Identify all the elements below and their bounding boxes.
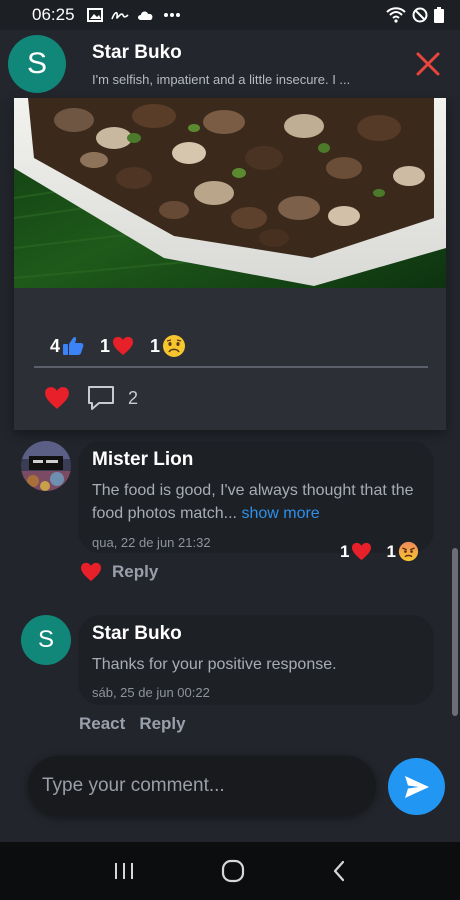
thumbs-up-icon [63,336,84,355]
system-nav-bar [0,842,460,900]
sad-count-value: 1 [150,335,161,356]
food-image [14,98,446,288]
comment-count: 2 [128,387,139,408]
status-bar: 06:25 [0,0,460,30]
reply-button[interactable]: Reply [112,562,158,582]
avatar-image [21,441,71,491]
comment-text: The food is good, I've always thought th… [92,479,420,525]
like-count-value: 4 [50,335,61,356]
post-actions: 2 [44,384,138,412]
heart-icon [352,542,372,561]
back-icon[interactable] [331,860,347,882]
comment-love-value: 1 [340,541,350,561]
heart-icon[interactable] [44,386,70,410]
recent-apps-icon[interactable] [113,861,135,881]
comment-love-count[interactable]: 1 [340,541,372,562]
notification-icons [86,8,181,22]
system-icons [386,7,444,23]
heart-icon[interactable] [80,562,102,582]
comment-item: S Star Buko Thanks for your positive res… [0,615,460,740]
do-not-disturb-icon [412,7,428,23]
commenter-avatar[interactable] [21,441,71,491]
react-button[interactable]: React [79,714,125,734]
heart-icon [113,336,134,356]
post-reaction-counts[interactable]: 4 1 1 [50,334,186,358]
sad-count[interactable]: 1 [150,334,186,358]
home-icon[interactable] [221,859,245,883]
show-more-link[interactable]: show more [241,505,319,522]
scrollbar[interactable] [452,548,458,716]
send-button[interactable] [388,758,445,815]
like-count[interactable]: 4 [50,336,84,357]
comment-reactions[interactable]: 1 1 [340,541,419,562]
comment-author[interactable]: Star Buko [92,623,420,645]
gallery-icon [86,8,103,22]
battery-icon [434,7,444,23]
reply-button[interactable]: Reply [139,714,185,734]
love-count-value: 1 [100,335,111,356]
chat-header: S Star Buko I'm selfish, impatient and a… [0,30,460,98]
avatar-letter: S [37,626,54,653]
profile-bio: I'm selfish, impatient and a little inse… [92,71,351,87]
comment-author[interactable]: Mister Lion [92,449,420,471]
sad-face-icon [163,335,186,357]
send-icon [404,775,429,798]
comment-date: sáb, 25 de jun 00:22 [92,685,210,700]
comment-bubble[interactable]: Star Buko Thanks for your positive respo… [78,615,434,705]
comment-composer [28,756,376,816]
commenter-avatar[interactable]: S [21,615,71,665]
comment-icon[interactable] [86,384,116,412]
comment-bubble[interactable]: Mister Lion The food is good, I've alway… [78,441,434,553]
angry-face-icon [398,541,419,562]
comment-date: qua, 22 de jun 21:32 [92,535,211,550]
post-photo[interactable] [14,98,446,288]
more-dots-icon [163,13,180,17]
cloud-icon [137,11,152,20]
post-card: 4 1 1 2 [14,98,446,430]
profile-name[interactable]: Star Buko [92,42,382,64]
comment-actions: React Reply [79,714,186,734]
love-count[interactable]: 1 [100,336,134,357]
header-text: Star Buko I'm selfish, impatient and a l… [92,42,382,87]
comment-actions: Reply [80,562,158,582]
comment-angry-value: 1 [386,541,396,561]
avatar[interactable]: S [8,35,66,93]
status-time: 06:25 [32,5,75,24]
comment-body: Thanks for your positive response. [92,656,337,673]
signature-icon [110,11,129,20]
comment-input[interactable] [42,775,362,797]
post-divider [34,366,428,368]
wifi-icon [386,7,406,23]
close-icon[interactable] [414,50,442,78]
comment-item: Mister Lion The food is good, I've alway… [0,441,460,591]
comment-angry-count[interactable]: 1 [386,541,419,562]
